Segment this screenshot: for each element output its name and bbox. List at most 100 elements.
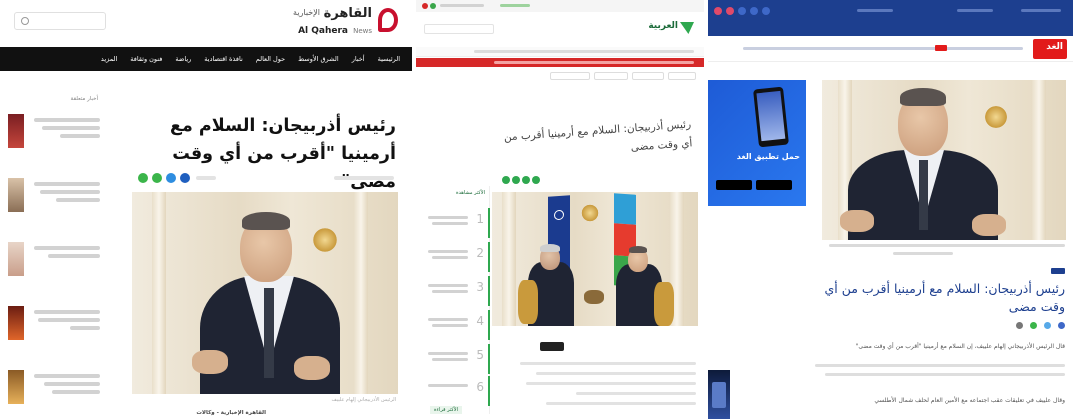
app-promo-ad[interactable]: حمل تطبيق الغد — [708, 80, 806, 206]
social-icon[interactable] — [726, 7, 734, 15]
article-body-1: قال الرئيس الأذربيجاني إلهام علييف، إن ا… — [855, 343, 1065, 350]
nav-active-marker — [935, 45, 947, 51]
related-thumb — [8, 242, 24, 276]
logo-english: Al Qahera — [298, 26, 348, 36]
rank-item[interactable]: 2 — [426, 242, 490, 272]
rank-item[interactable]: 3 — [426, 276, 490, 306]
related-item[interactable] — [8, 242, 100, 278]
main-nav: الرئيسية أخبار الشرق الأوسط حول العالم ن… — [0, 47, 412, 71]
nav-item-middle-east[interactable]: الشرق الأوسط — [298, 55, 339, 63]
share-facebook-icon[interactable] — [1058, 322, 1065, 329]
article-headline: رئيس أذربيجان: السلام مع أرمينيا أقرب من… — [824, 281, 1065, 314]
bottom-tag: الأكثر قراءة — [430, 406, 462, 414]
article-body-2: وقال علييف في تعليقات عقب اجتماعه مع الأ… — [874, 397, 1065, 404]
share-icon[interactable] — [522, 176, 530, 184]
share-whatsapp-icon[interactable] — [138, 173, 148, 183]
share-row — [1005, 322, 1065, 332]
nav-item-sports[interactable]: رياضة — [175, 55, 191, 63]
rank-number: 1 — [476, 212, 484, 226]
store-badge[interactable] — [716, 180, 752, 190]
site-header: العربية — [416, 12, 704, 46]
nav-item-culture[interactable]: فنون وثقافة — [130, 55, 162, 63]
breaking-news-bar[interactable] — [416, 58, 704, 67]
rank-item[interactable]: 4 — [426, 310, 490, 340]
category-badge[interactable] — [1051, 268, 1065, 274]
main-nav: الغد — [708, 36, 1073, 62]
site-logo[interactable]: الغد — [1033, 39, 1067, 59]
top-bar — [416, 0, 704, 12]
related-item[interactable] — [8, 178, 100, 214]
rank-number: 6 — [476, 380, 484, 394]
sidebar-title: أخبار متعلقة — [70, 96, 98, 102]
rank-number: 5 — [476, 348, 484, 362]
share-icon[interactable] — [502, 176, 510, 184]
share-whatsapp-icon[interactable] — [1030, 322, 1037, 329]
rank-item[interactable]: 6 — [426, 376, 490, 406]
article-body — [496, 330, 696, 416]
listen-button[interactable] — [540, 342, 564, 351]
logo-text: العربية — [648, 21, 678, 31]
social-icon[interactable] — [738, 7, 746, 15]
related-thumb — [8, 114, 24, 148]
related-item[interactable] — [8, 370, 100, 406]
photo-caption: الرئيس الأذربيجاني إلهام علييف — [331, 397, 396, 403]
social-icon[interactable] — [762, 7, 770, 15]
related-thumb — [8, 370, 24, 404]
related-item[interactable] — [8, 114, 100, 150]
nav-item-home[interactable]: الرئيسية — [378, 55, 400, 63]
share-icon[interactable] — [512, 176, 520, 184]
rank-number: 4 — [476, 314, 484, 328]
related-thumb — [8, 178, 24, 212]
app-promo-text: حمل تطبيق الغد — [736, 152, 800, 161]
logo-arabic: القاهرة — [323, 6, 372, 21]
nav-item-world[interactable]: حول العالم — [256, 55, 285, 63]
related-item[interactable] — [8, 306, 100, 342]
share-icon[interactable] — [532, 176, 540, 184]
logo-icon — [680, 22, 694, 34]
share-twitter-icon[interactable] — [166, 173, 176, 183]
store-badge[interactable] — [756, 180, 792, 190]
logo-text: الغد — [1046, 42, 1063, 52]
nav-item-economy[interactable]: نافذة اقتصادية — [204, 55, 242, 63]
article-source: القاهرة الإخبارية - وكالات — [196, 410, 266, 416]
social-icon[interactable] — [750, 7, 758, 15]
panel-al-arabiya: العربية رئيس أذربيجان: السلام مع أرمينيا… — [416, 0, 704, 419]
panel-al-ghad: الغد حمل تطبيق الغد رئيس أذربيجان: السلا… — [708, 0, 1073, 419]
search-icon — [21, 17, 29, 25]
phone-mockup — [753, 86, 789, 148]
logo-arabic-2: الإخبارية — [293, 8, 320, 17]
article-meta — [136, 172, 398, 184]
rank-item[interactable]: 1 — [426, 208, 490, 238]
sidebar-title: الأكثر مشاهدة — [455, 190, 485, 196]
social-icon[interactable] — [714, 7, 722, 15]
nav-item-news[interactable]: أخبار — [352, 55, 365, 63]
article-headline: رئيس أذربيجان: السلام مع أرمينيا أقرب من… — [503, 118, 693, 154]
nav-strip — [416, 47, 704, 57]
search-box[interactable] — [14, 12, 106, 30]
share-messenger-icon[interactable] — [152, 173, 162, 183]
rank-number: 3 — [476, 280, 484, 294]
nav-item-more[interactable]: المزيد — [101, 55, 117, 63]
rank-number: 2 — [476, 246, 484, 260]
top-bar — [708, 0, 1073, 36]
share-facebook-icon[interactable] — [180, 173, 190, 183]
logo-english-2: News — [353, 27, 372, 35]
side-ad[interactable] — [708, 370, 730, 419]
article-photo — [822, 80, 1066, 240]
related-sidebar: أخبار متعلقة — [8, 96, 100, 416]
share-twitter-icon[interactable] — [1044, 322, 1051, 329]
site-logo[interactable]: القاهرة الإخبارية Al Qahera News — [288, 6, 398, 40]
related-thumb — [8, 306, 24, 340]
most-viewed-sidebar: الأكثر مشاهدة 1 2 3 4 5 6 — [426, 186, 490, 414]
tag-row — [496, 72, 696, 82]
panel-al-qahera: القاهرة الإخبارية Al Qahera News الرئيسي… — [0, 0, 412, 419]
rank-item[interactable]: 5 — [426, 344, 490, 374]
article-photo — [492, 192, 698, 326]
article-photo — [132, 192, 398, 394]
share-link-icon[interactable] — [1016, 322, 1023, 329]
site-header: القاهرة الإخبارية Al Qahera News — [0, 0, 412, 45]
logo-icon — [378, 8, 398, 32]
site-logo[interactable]: العربية — [638, 20, 694, 38]
share-row — [502, 176, 562, 186]
search-box[interactable] — [424, 24, 494, 34]
